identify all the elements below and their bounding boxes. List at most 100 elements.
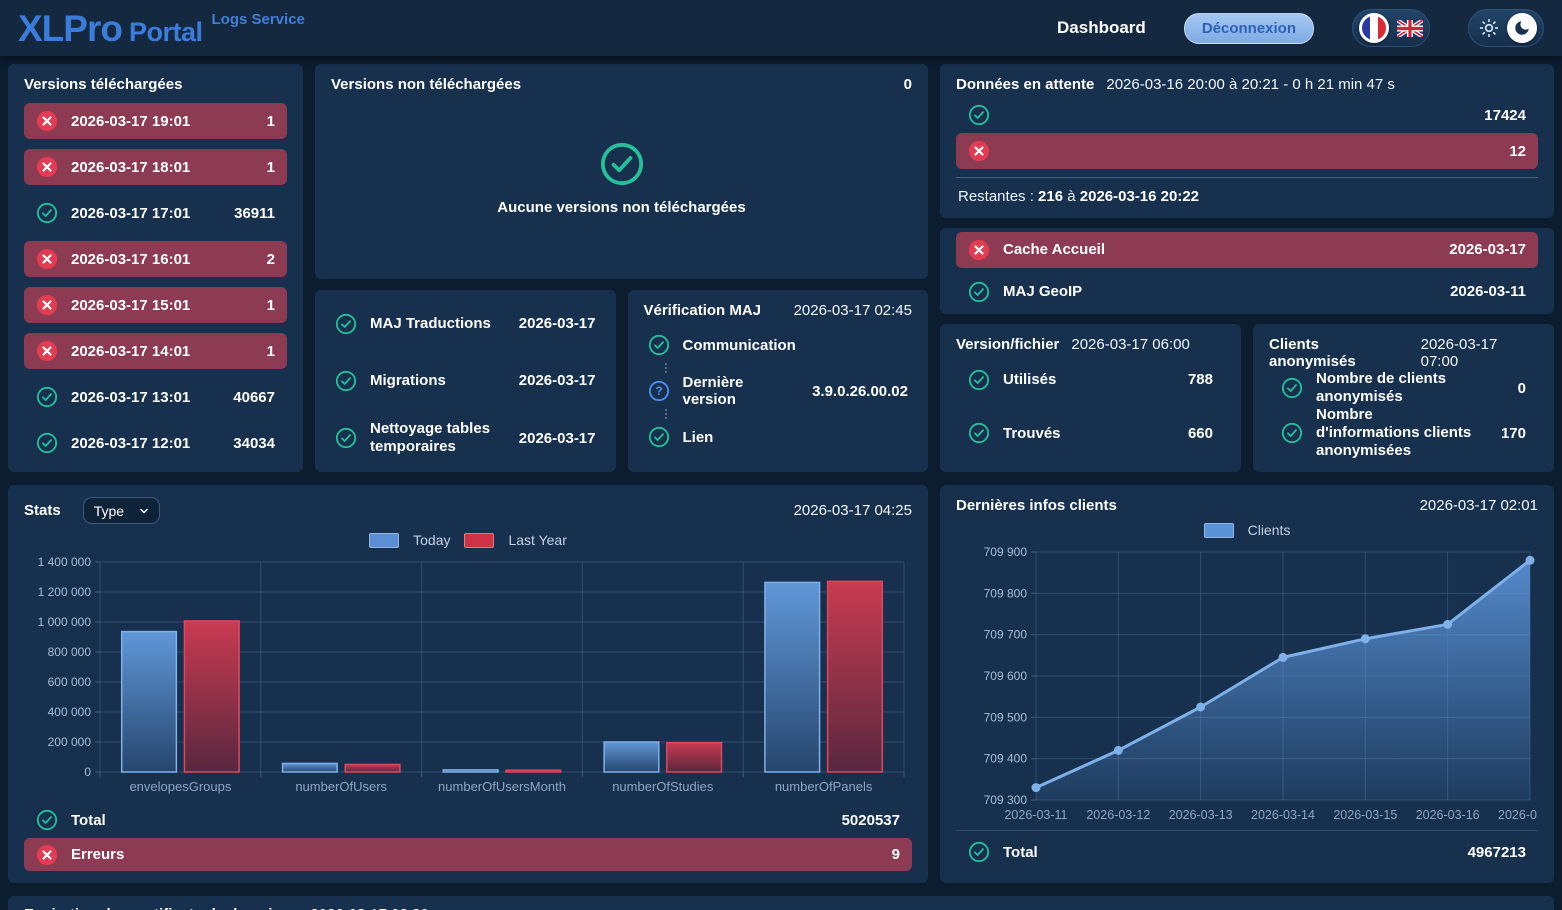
versions-dl-list: 2026-03-17 19:0112026-03-17 18:0112026-0… (24, 103, 287, 461)
svg-text:709 700: 709 700 (984, 628, 1028, 642)
svg-text:0: 0 (84, 765, 91, 779)
svg-text:2026-03-13: 2026-03-13 (1169, 808, 1233, 822)
panel-infos-clients: Dernières infos clients 2026-03-17 02:01… (940, 485, 1554, 883)
svg-text:400 000: 400 000 (48, 705, 92, 719)
check-circle-icon (599, 141, 645, 187)
check-circle-icon (335, 427, 357, 449)
legend-label: Last Year (508, 532, 566, 548)
panel-cache: Cache Accueil2026-03-17 MAJ GeoIP2026-03-… (940, 228, 1554, 314)
check-circle-icon (335, 313, 357, 335)
svg-text:2026-03-11: 2026-03-11 (1004, 808, 1067, 822)
row-value: 2026-03-17 (509, 372, 596, 389)
row-value: 2026-03-17 (509, 315, 596, 332)
panel-clients-anonymises: Clients anonymisés 2026-03-17 07:00 Nomb… (1253, 324, 1554, 472)
svg-text:2026-03-17: 2026-03-17 (1498, 808, 1538, 822)
row-value: 788 (1178, 371, 1213, 388)
svg-text:1 200 000: 1 200 000 (38, 585, 92, 599)
panel-version-fichier: Version/fichier 2026-03-17 06:00 Utilisé… (940, 324, 1241, 472)
dashboard-link[interactable]: Dashboard (1057, 18, 1146, 38)
panel-title: Clients anonymisés (1269, 336, 1409, 370)
panel-title: Dernières infos clients (956, 497, 1117, 514)
row-value: 1 (257, 113, 275, 130)
status-row: Communication (644, 327, 913, 363)
check-circle-icon (648, 426, 670, 448)
stats-type-select[interactable]: Type (83, 497, 160, 524)
check-circle-icon (1281, 377, 1303, 399)
uk-flag-icon[interactable] (1397, 20, 1423, 37)
panel-stats: Stats Type 2026-03-17 04:25 TodayLast Ye… (8, 485, 928, 883)
svg-text:2026-03-14: 2026-03-14 (1251, 808, 1315, 822)
logo-portal: Portal (129, 19, 203, 46)
svg-text:709 600: 709 600 (984, 669, 1028, 683)
panel-donnees-en-attente: Données en attente 2026-03-16 20:00 à 20… (940, 64, 1554, 218)
row-label: MAJ GeoIP (1003, 283, 1082, 300)
panel-timestamp: 2026-03-17 02:01 (1420, 497, 1538, 514)
svg-text:709 500: 709 500 (984, 710, 1028, 724)
row-value: 17424 (1474, 107, 1526, 124)
row-label: 2026-03-17 19:01 (71, 113, 190, 130)
row-value: 2026-03-17 (509, 430, 596, 447)
svg-text:?: ? (655, 384, 662, 398)
panel-verification-maj: Vérification MAJ 2026-03-17 02:45 Commun… (628, 290, 929, 472)
moon-icon[interactable] (1507, 13, 1537, 43)
svg-text:1 000 000: 1 000 000 (38, 615, 92, 629)
status-row: ?Dernière version3.9.0.26.00.02 (644, 373, 913, 409)
panel-timestamp: 2026-03-17 07:00 (1421, 336, 1538, 370)
panel-title: Stats (24, 502, 61, 519)
empty-message: Aucune versions non téléchargées (497, 199, 745, 216)
panel-timestamp: 2026-03-16 20:00 à 20:21 - 0 h 21 min 47… (1106, 76, 1395, 93)
divider (956, 177, 1538, 178)
row-label: 2026-03-17 18:01 (71, 159, 190, 176)
row-label: 2026-03-17 12:01 (71, 435, 190, 452)
check-circle-icon (335, 370, 357, 392)
check-circle-icon (36, 386, 58, 408)
x-circle-icon (36, 844, 58, 866)
status-row: Cache Accueil2026-03-17 (956, 232, 1538, 268)
panel-title: Versions téléchargées (24, 76, 287, 93)
sun-icon[interactable] (1475, 18, 1499, 38)
svg-text:200 000: 200 000 (48, 735, 92, 749)
french-flag-icon[interactable] (1359, 13, 1389, 43)
errors-row: Erreurs 9 (24, 838, 912, 871)
check-circle-icon (968, 369, 990, 391)
x-circle-icon (36, 340, 58, 362)
svg-text:1 400 000: 1 400 000 (38, 555, 92, 569)
status-row: MAJ Traductions2026-03-17 (331, 306, 600, 342)
row-value: 0 (1508, 380, 1526, 397)
row-label: Trouvés (1003, 425, 1061, 442)
status-row: 2026-03-17 14:011 (24, 333, 287, 369)
language-toggle[interactable] (1352, 9, 1430, 47)
row-label: Dernière version (683, 374, 790, 408)
status-row: Migrations 2026-03-17 (331, 363, 600, 399)
check-circle-icon (968, 104, 990, 126)
x-circle-icon (36, 156, 58, 178)
row-label: Migrations (370, 372, 446, 390)
row-value: 660 (1178, 425, 1213, 442)
svg-text:709 300: 709 300 (984, 793, 1028, 807)
row-value: 2 (257, 251, 275, 268)
logout-button[interactable]: Déconnexion (1184, 13, 1314, 44)
svg-text:709 400: 709 400 (984, 752, 1028, 766)
panel-timestamp: 2026-03-17 08:30 (310, 906, 428, 910)
logo-service: Logs Service (212, 12, 305, 27)
row-label: Communication (683, 337, 796, 354)
svg-text:709 800: 709 800 (984, 586, 1028, 600)
status-row: Trouvés 660 (956, 415, 1225, 451)
check-circle-icon (36, 432, 58, 454)
theme-toggle[interactable] (1468, 9, 1544, 47)
svg-text:800 000: 800 000 (48, 645, 92, 659)
x-circle-icon (36, 248, 58, 270)
status-row: 2026-03-17 18:011 (24, 149, 287, 185)
svg-text:numberOfStudies: numberOfStudies (612, 779, 714, 794)
status-row: MAJ GeoIP2026-03-11 (956, 274, 1538, 310)
panel-title: Versions non téléchargées (331, 76, 521, 93)
svg-text:numberOfUsers: numberOfUsers (295, 779, 387, 794)
panel-versions-non-telechargees: Versions non téléchargées 0 Aucune versi… (315, 64, 928, 279)
legend-swatch (464, 533, 494, 548)
check-circle-icon (968, 281, 990, 303)
legend-swatch (369, 533, 399, 548)
count-badge: 0 (904, 76, 912, 93)
row-connector (665, 409, 913, 419)
row-label: Nettoyage tables temporaires (370, 420, 496, 456)
panel-versions-telechargees: Versions téléchargées 2026-03-17 19:01 1 2… (8, 64, 303, 472)
